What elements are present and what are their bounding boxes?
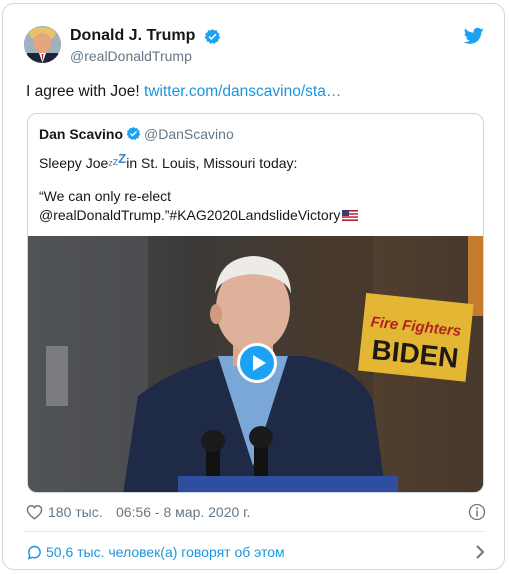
- embedded-tweet-card: Donald J. Trump @realDonaldTrump I agree…: [2, 3, 505, 570]
- author-handle[interactable]: @realDonaldTrump: [70, 47, 221, 65]
- video-thumbnail[interactable]: Fire Fighters BIDEN: [28, 236, 483, 492]
- tweet-header: Donald J. Trump @realDonaldTrump: [24, 26, 486, 70]
- quoted-header: Dan Scavino @DanScavino: [39, 125, 234, 143]
- author-names: Donald J. Trump @realDonaldTrump: [70, 26, 221, 65]
- sleeping-zzz-emoji: zzZ: [108, 151, 126, 168]
- conversation-link[interactable]: 50,6 тыс. человек(а) говорят об этом: [26, 543, 486, 563]
- info-icon[interactable]: [468, 503, 486, 521]
- heart-icon[interactable]: [26, 504, 43, 520]
- quoted-hashtag-text: @realDonaldTrump.”#KAG2020LandslideVicto…: [39, 207, 341, 223]
- divider: [23, 531, 484, 532]
- twitter-bird-icon[interactable]: [464, 27, 484, 45]
- quoted-text-location: in St. Louis, Missouri today:: [126, 155, 298, 171]
- author-avatar[interactable]: [24, 26, 61, 63]
- tweet-text: I agree with Joe! twitter.com/danscavino…: [26, 82, 341, 102]
- tweet-link[interactable]: twitter.com/danscavino/sta…: [144, 83, 341, 100]
- quoted-line-3: @realDonaldTrump.”#KAG2020LandslideVicto…: [39, 206, 475, 225]
- quoted-line-1: Sleepy JoezzZin St. Louis, Missouri toda…: [39, 149, 475, 171]
- quoted-text-start: Sleepy Joe: [39, 155, 109, 171]
- author-display-name[interactable]: Donald J. Trump: [70, 26, 195, 46]
- play-icon[interactable]: [237, 343, 277, 383]
- quoted-text: Sleepy JoezzZin St. Louis, Missouri toda…: [39, 149, 475, 225]
- quoted-handle[interactable]: @DanScavino: [144, 126, 234, 142]
- verified-badge-icon: [204, 28, 220, 44]
- quoted-line-2: “We can only re-elect: [39, 188, 172, 204]
- conversation-count: 50,6 тыс. человек(а) говорят об этом: [46, 544, 285, 560]
- us-flag-emoji: [342, 210, 359, 221]
- chevron-right-icon: [476, 545, 485, 559]
- quoted-tweet[interactable]: Dan Scavino @DanScavino Sleepy JoezzZin …: [27, 113, 484, 493]
- tweet-body: I agree with Joe!: [26, 83, 145, 100]
- tweet-timestamp[interactable]: 06:56 - 8 мар. 2020 г.: [116, 504, 250, 520]
- quoted-display-name[interactable]: Dan Scavino: [39, 126, 123, 142]
- speech-bubble-icon: [27, 545, 41, 560]
- verified-badge-icon: [126, 127, 141, 141]
- tweet-meta: 180 тыс. 06:56 - 8 мар. 2020 г.: [26, 502, 486, 524]
- like-count[interactable]: 180 тыс.: [48, 504, 103, 520]
